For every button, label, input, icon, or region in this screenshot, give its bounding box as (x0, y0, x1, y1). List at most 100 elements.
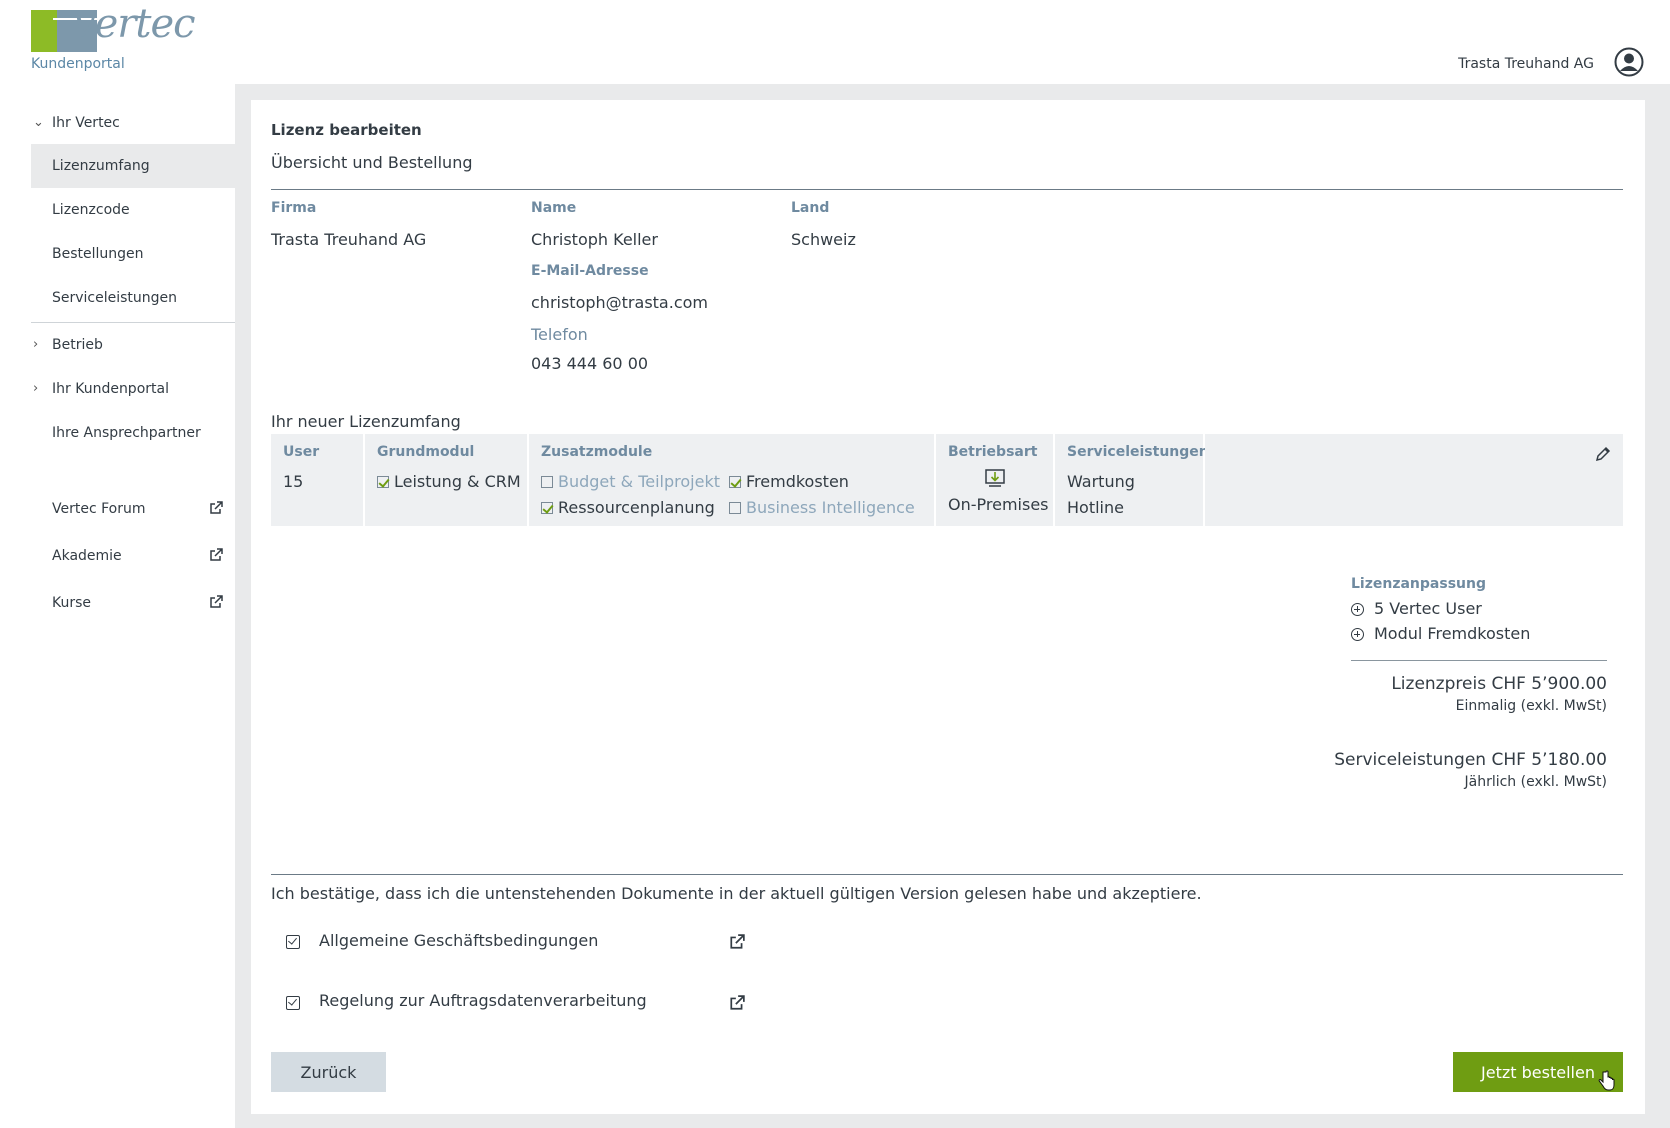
sidebar-item-label: Bestellungen (52, 246, 144, 262)
adjustment-title: Lizenzanpassung (1351, 576, 1486, 592)
adjustment-divider (1351, 660, 1607, 661)
sidebar-group-betrieb[interactable]: › Betrieb (31, 323, 235, 367)
adjustment-item: 5 Vertec User (1351, 599, 1482, 618)
user-avatar-icon[interactable] (1614, 47, 1644, 77)
checkbox-empty-icon (729, 502, 741, 514)
module-label: Budget & Teilprojekt (558, 472, 720, 491)
grundmodul-label: Grundmodul (377, 444, 475, 460)
sidebar-item-serviceleistungen[interactable]: Serviceleistungen (31, 276, 235, 320)
auftragsdaten-label[interactable]: Regelung zur Auftragsdatenverarbeitung (319, 991, 647, 1010)
betriebsart-cell: Betriebsart On-Premises (936, 434, 1053, 526)
email-value: christoph@trasta.com (531, 293, 708, 312)
sidebar-group-label: Betrieb (52, 337, 103, 353)
phone-label: Telefon (531, 325, 588, 344)
checkbox-checked-icon (541, 502, 553, 514)
service-price: Serviceleistungen CHF 5’180.00 (1334, 750, 1607, 770)
firma-label: Firma (271, 200, 317, 216)
sidebar-item-lizenzumfang[interactable]: Lizenzumfang (31, 144, 235, 188)
service-label: Serviceleistungen (1067, 444, 1209, 460)
adjustment-label: 5 Vertec User (1374, 599, 1482, 618)
confirm-text: Ich bestätige, dass ich die untenstehend… (271, 884, 1202, 903)
sidebar-link-label: Vertec Forum (52, 501, 146, 517)
grundmodul-value: Leistung & CRM (394, 472, 521, 491)
sidebar-item-label: Ihre Ansprechpartner (52, 425, 201, 441)
grundmodul-cell: Grundmodul Leistung & CRM (365, 434, 527, 526)
confirm-divider (271, 874, 1623, 875)
betriebsart-label: Betriebsart (948, 444, 1038, 460)
sidebar-link-kurse[interactable]: Kurse (31, 581, 235, 625)
sidebar-item-ansprechpartner[interactable]: Ihre Ansprechpartner (31, 411, 235, 455)
module-fremdkosten: Fremdkosten (729, 472, 849, 491)
module-ressourcenplanung: Ressourcenplanung (541, 498, 715, 517)
zusatzmodule-cell: Zusatzmodule Budget & Teilprojekt Fremdk… (529, 434, 934, 526)
service-price-note: Jährlich (exkl. MwSt) (1464, 774, 1607, 790)
auftragsdaten-checkbox[interactable] (286, 996, 300, 1010)
sidebar-item-label: Serviceleistungen (52, 290, 178, 306)
title-divider (271, 189, 1623, 190)
email-label: E-Mail-Adresse (531, 263, 649, 279)
module-business-intelligence: Business Intelligence (729, 498, 915, 517)
adjustment-label: Modul Fremdkosten (1374, 624, 1531, 643)
sidebar-group-label: Ihr Vertec (52, 115, 120, 131)
sidebar-group-ihr-kundenportal[interactable]: › Ihr Kundenportal (31, 367, 235, 411)
agb-label[interactable]: Allgemeine Geschäftsbedingungen (319, 931, 598, 950)
module-label: Fremdkosten (746, 472, 849, 491)
agb-checkbox[interactable] (286, 935, 300, 949)
checkbox-checked-icon (377, 476, 389, 488)
external-link-icon[interactable] (729, 934, 745, 950)
hand-cursor-icon (1598, 1070, 1615, 1091)
vertec-logo[interactable]: vertec (31, 4, 196, 55)
chevron-right-icon: › (33, 381, 39, 396)
page-subtitle: Übersicht und Bestellung (271, 153, 473, 172)
download-server-icon (985, 469, 1005, 487)
sidebar-group-label: Ihr Kundenportal (52, 381, 169, 397)
back-button[interactable]: Zurück (271, 1052, 386, 1092)
chevron-down-icon: ⌄ (33, 115, 44, 130)
sidebar-item-label: Lizenzcode (52, 202, 130, 218)
service-wartung: Wartung (1067, 472, 1135, 491)
land-label: Land (791, 200, 830, 216)
land-value: Schweiz (791, 230, 856, 249)
zusatz-label: Zusatzmodule (541, 444, 653, 460)
grundmodul-item: Leistung & CRM (377, 472, 521, 491)
chevron-right-icon: › (33, 337, 39, 352)
serviceleistungen-cell: Serviceleistungen Wartung Hotline (1055, 434, 1209, 526)
user-count: 15 (283, 472, 304, 491)
sidebar-link-label: Akademie (52, 548, 122, 564)
sidebar-item-lizenzcode[interactable]: Lizenzcode (31, 188, 235, 232)
name-label: Name (531, 200, 577, 216)
name-value: Christoph Keller (531, 230, 658, 249)
external-link-icon (210, 501, 223, 514)
phone-value: 043 444 60 00 (531, 354, 649, 373)
module-label: Ressourcenplanung (558, 498, 715, 517)
external-link-icon (210, 595, 223, 608)
sidebar-item-label: Lizenzumfang (52, 158, 150, 174)
logo-text: vertec (73, 1, 196, 47)
edit-cell (1205, 434, 1623, 526)
sidebar-group-ihr-vertec[interactable]: ⌄ Ihr Vertec (31, 101, 235, 145)
page-title: Lizenz bearbeiten (271, 121, 422, 139)
external-link-icon (210, 548, 223, 561)
module-label: Business Intelligence (746, 498, 915, 517)
service-hotline: Hotline (1067, 498, 1124, 517)
sidebar-link-akademie[interactable]: Akademie (31, 534, 235, 578)
header-company-name: Trasta Treuhand AG (1458, 56, 1594, 72)
module-budget: Budget & Teilprojekt (541, 472, 720, 491)
external-link-icon[interactable] (729, 995, 745, 1011)
checkbox-checked-icon (729, 476, 741, 488)
logo-green-block (31, 10, 57, 52)
license-table: User 15 Grundmodul Leistung & CRM Zusatz… (271, 434, 1623, 526)
pencil-edit-icon[interactable] (1595, 446, 1611, 462)
sidebar-link-vertec-forum[interactable]: Vertec Forum (31, 487, 235, 531)
betriebsart-value: On-Premises (948, 495, 1049, 514)
license-price-note: Einmalig (exkl. MwSt) (1455, 698, 1607, 714)
license-price: Lizenzpreis CHF 5’900.00 (1391, 674, 1607, 694)
plus-circle-icon (1351, 603, 1364, 616)
user-label: User (283, 444, 320, 460)
license-section-title: Ihr neuer Lizenzumfang (271, 412, 461, 431)
user-cell: User 15 (271, 434, 363, 526)
portal-label: Kundenportal (31, 56, 125, 72)
checkbox-empty-icon (541, 476, 553, 488)
sidebar-link-label: Kurse (52, 595, 92, 611)
sidebar-item-bestellungen[interactable]: Bestellungen (31, 232, 235, 276)
